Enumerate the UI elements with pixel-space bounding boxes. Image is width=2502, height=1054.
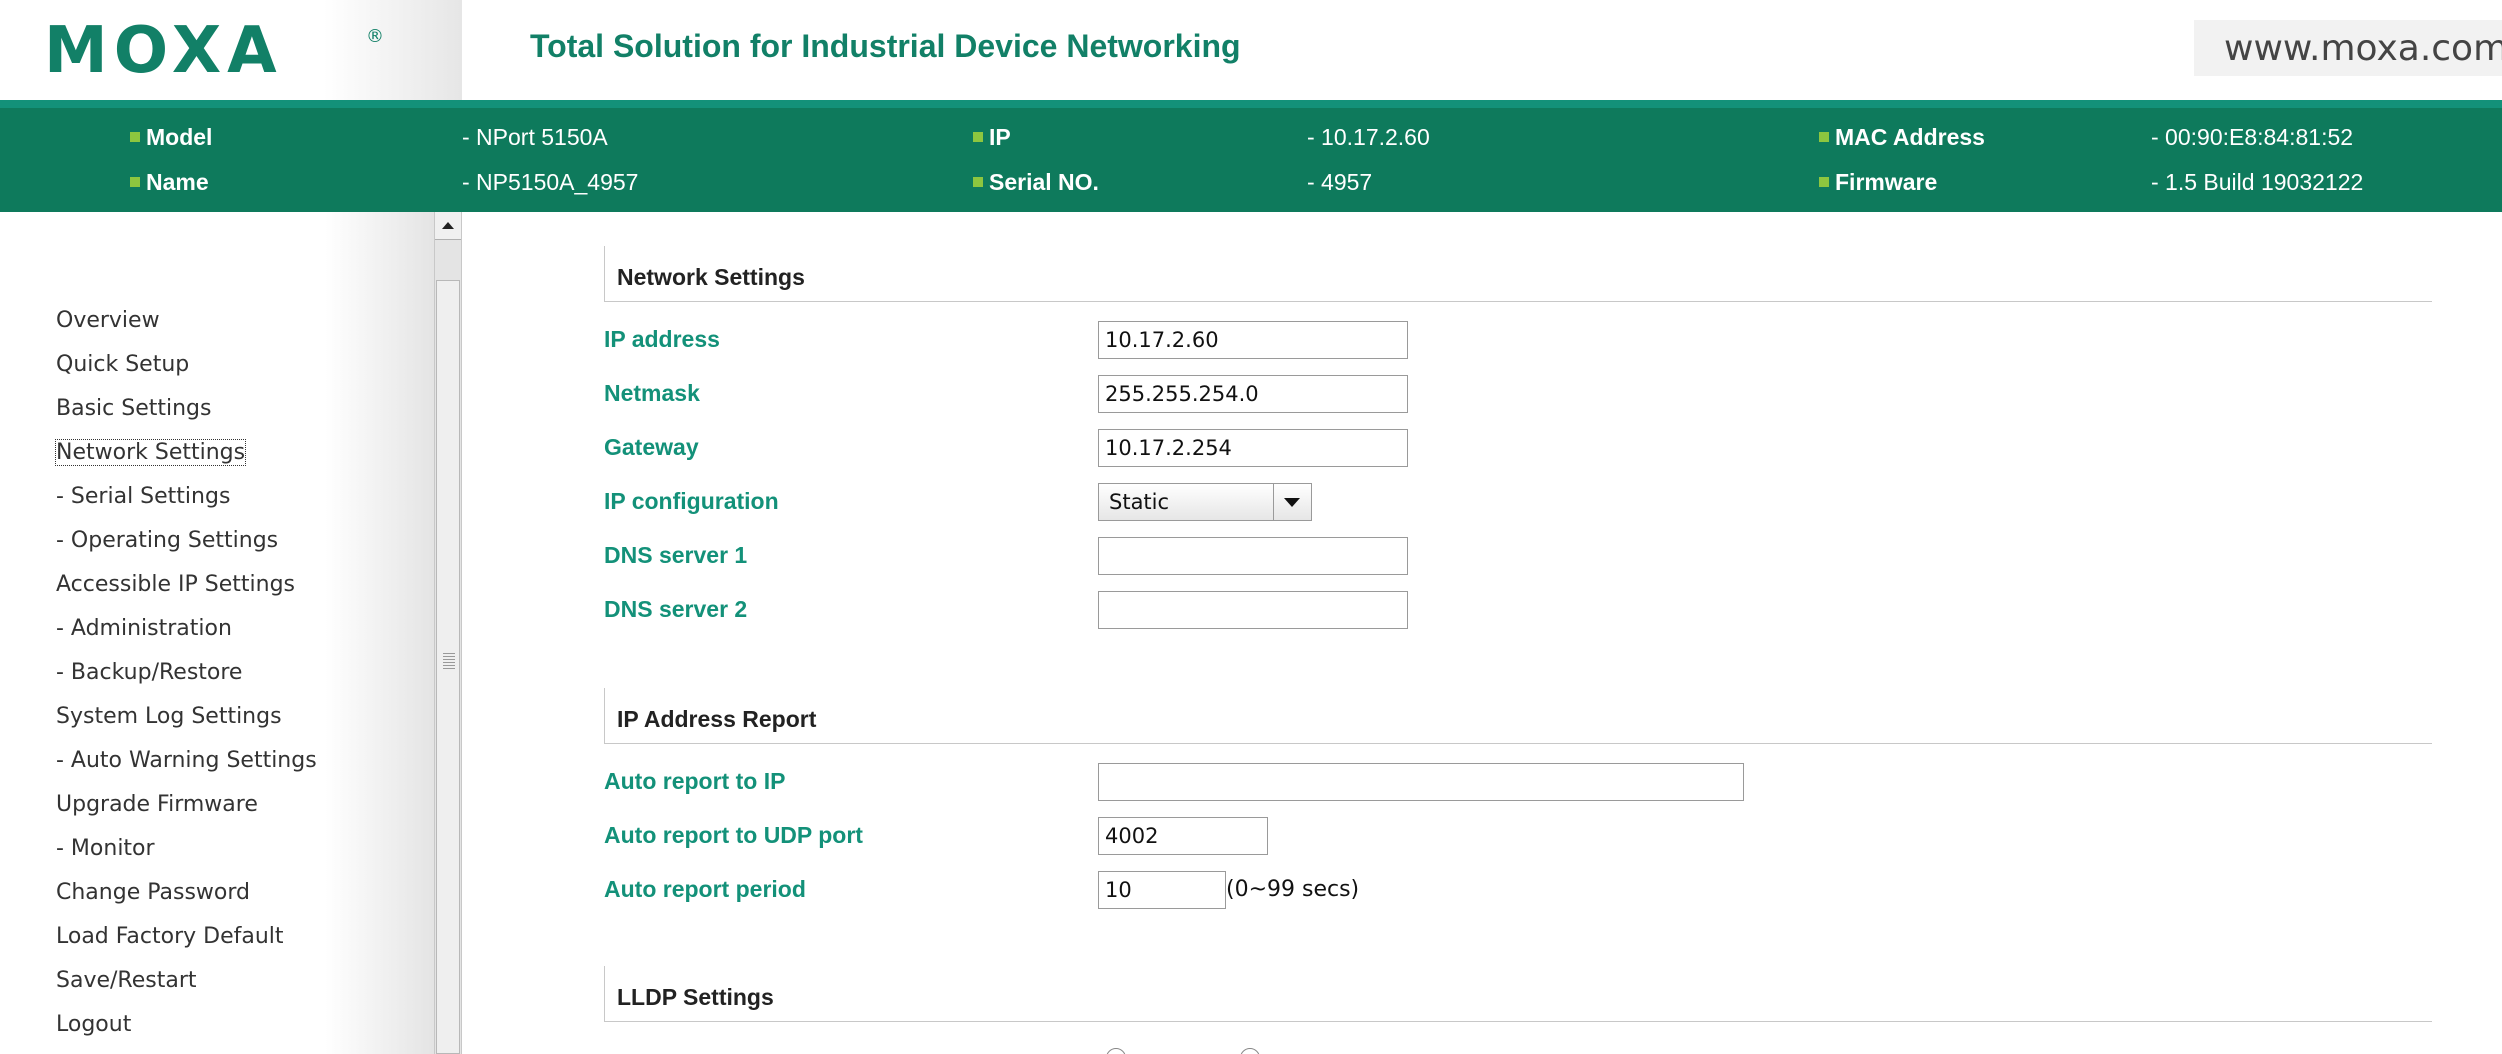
bullet-icon [973,176,983,187]
dns-server-1-input[interactable] [1098,537,1408,575]
firmware-label: Firmware [1819,169,1937,196]
lldp-disable-radio[interactable] [1240,1048,1260,1054]
sidebar-item-monitor[interactable]: - Monitor [56,834,317,878]
dns-server-2-label: DNS server 2 [604,596,748,622]
auto-report-period-label: Auto report period [604,876,806,902]
ip-configuration-value: Static [1109,490,1170,514]
ip-label: IP [973,124,1011,151]
device-info-bar: Model - NPort 5150A Name - NP5150A_4957 … [0,100,2502,212]
gateway-label: Gateway [604,434,699,460]
sidebar-item-administration[interactable]: - Administration [56,614,317,658]
dns-server-2-input[interactable] [1098,591,1408,629]
auto-report-period-input[interactable] [1098,871,1226,909]
sidebar-scrollbar[interactable] [434,212,462,1054]
sidebar-menu: Overview Quick Setup Basic Settings Netw… [54,306,317,1054]
lldp-enable-radio[interactable] [1106,1048,1126,1054]
sidebar-item-logout[interactable]: Logout [56,1010,317,1054]
sidebar-item-quick-setup[interactable]: Quick Setup [56,350,317,394]
dns-server-1-label: DNS server 1 [604,542,748,568]
auto-report-period-range: (0~99 secs) [1226,877,1360,902]
sidebar-item-system-log[interactable]: System Log Settings [56,702,317,746]
sidebar-item-overview[interactable]: Overview [56,306,317,350]
ip-configuration-label: IP configuration [604,488,779,514]
auto-report-ip-label: Auto report to IP [604,768,786,794]
name-value: - NP5150A_4957 [462,169,639,195]
registered-mark: ® [366,26,384,47]
serial-value: - 4957 [1307,169,1373,195]
bullet-icon [1819,131,1829,142]
ip-address-input[interactable] [1098,321,1408,359]
sidebar-item-auto-warning[interactable]: - Auto Warning Settings [56,746,317,790]
sidebar-item-operating-settings[interactable]: - Operating Settings [56,526,317,570]
bullet-icon [130,131,140,142]
bullet-icon [973,131,983,142]
sidebar-item-upgrade-firmware[interactable]: Upgrade Firmware [56,790,317,834]
mac-label: MAC Address [1819,124,1985,151]
tagline: Total Solution for Industrial Device Net… [530,28,1241,64]
ip-value: - 10.17.2.60 [1307,124,1430,150]
network-settings-header: Network Settings [604,246,2432,302]
sidebar-item-serial-settings[interactable]: - Serial Settings [56,482,317,526]
lldp-settings-header: LLDP Settings [604,966,2432,1022]
sidebar-item-backup-restore[interactable]: - Backup/Restore [56,658,317,702]
sidebar-item-load-factory-default[interactable]: Load Factory Default [56,922,317,966]
ip-address-label: IP address [604,326,720,352]
mac-value: - 00:90:E8:84:81:52 [2151,124,2354,150]
scroll-up-arrow-icon[interactable] [435,212,461,240]
site-url[interactable]: www.moxa.com [2194,20,2502,76]
sidebar-item-accessible-ip[interactable]: Accessible IP Settings [56,570,317,614]
firmware-value: - 1.5 Build 19032122 [2151,169,2364,195]
model-label: Model [130,124,212,151]
auto-report-udp-port-label: Auto report to UDP port [604,822,863,848]
ip-address-report-header: IP Address Report [604,688,2432,744]
netmask-label: Netmask [604,380,700,406]
sidebar-item-save-restart[interactable]: Save/Restart [56,966,317,1010]
bullet-icon [1819,176,1829,187]
model-value: - NPort 5150A [462,124,608,150]
sidebar-item-basic-settings[interactable]: Basic Settings [56,394,317,438]
auto-report-ip-input[interactable] [1098,763,1744,801]
serial-label: Serial NO. [973,169,1099,196]
main-content: Network Settings IP address Netmask Gate… [462,212,2502,1054]
logo-area: MOXA ® [0,0,462,100]
moxa-logo: MOXA [44,14,283,88]
bullet-icon [130,176,140,187]
sidebar-item-change-password[interactable]: Change Password [56,878,317,922]
gateway-input[interactable] [1098,429,1408,467]
header: MOXA ® Total Solution for Industrial Dev… [0,0,2502,100]
grip-icon [443,653,455,671]
auto-report-udp-port-input[interactable] [1098,817,1268,855]
scroll-thumb[interactable] [436,280,460,1054]
name-label: Name [130,169,209,196]
netmask-input[interactable] [1098,375,1408,413]
ip-configuration-select[interactable]: Static [1098,483,1312,521]
sidebar-item-network-settings[interactable]: Network Settings [54,438,317,482]
dropdown-arrow-icon[interactable] [1273,484,1311,520]
sidebar-nav: Overview Quick Setup Basic Settings Netw… [0,212,434,1054]
